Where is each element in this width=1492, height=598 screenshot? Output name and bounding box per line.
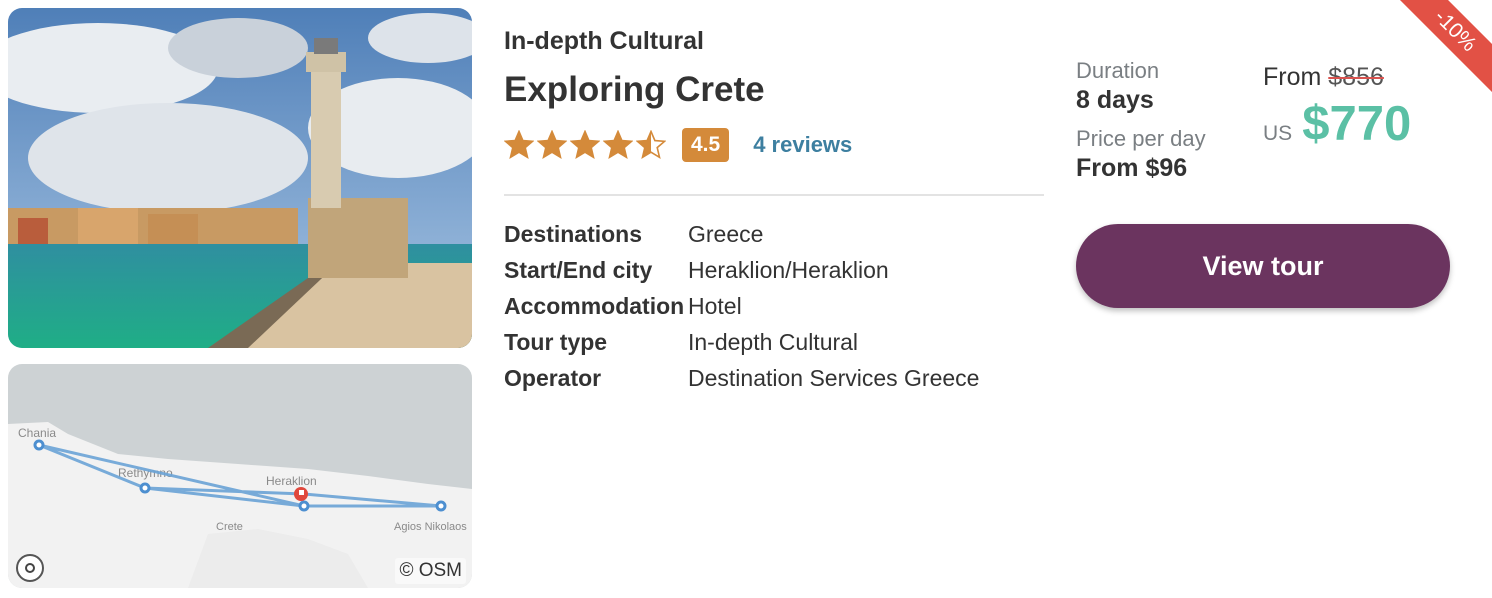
map-label-crete: Crete [216,521,243,533]
price-per-day-value: From $96 [1076,154,1188,182]
detail-label: Operator [504,365,602,391]
divider [504,194,1044,196]
reviews-link[interactable]: 4 reviews [753,132,852,158]
duration-value: 8 days [1076,86,1154,114]
old-price: $856 [1328,63,1384,91]
rating-stars [504,130,666,160]
star-icon [504,130,534,159]
detail-value: Destination Services Greece [688,365,980,391]
map-control-icon[interactable] [16,554,44,582]
price-line: US $770 [1263,96,1411,152]
star-icon [603,130,633,159]
detail-label: Destinations [504,221,643,247]
stop-marker [139,482,151,494]
detail-value: In-depth Cultural [688,329,859,355]
map-label-agios-nikolaos: Agios Nikolaos [394,521,467,533]
from-line: From $856 [1263,60,1411,94]
rating-row: 4.5 4 reviews [504,126,852,164]
duration-label: Duration [1076,58,1160,83]
currency-label: US [1263,122,1293,145]
lighthouse-photo [8,8,472,348]
view-tour-button[interactable]: View tour [1076,224,1450,308]
tour-subtitle: In-depth Cultural [504,27,704,55]
flag-marker-icon [294,487,308,501]
tour-title[interactable]: Exploring Crete [504,70,765,110]
price-block: From $856 US $770 [1263,60,1411,152]
current-price: $770 [1302,97,1412,151]
price-per-day-label: Price per day [1076,126,1206,151]
detail-value: Hotel [688,293,742,319]
detail-value: Heraklion/Heraklion [688,257,889,283]
tour-photo[interactable] [8,8,472,348]
map-attribution[interactable]: © OSM [395,558,466,584]
detail-label: Accommodation [504,293,685,319]
detail-label: Start/End city [504,257,653,283]
detail-value: Greece [688,221,764,247]
route-map[interactable]: Chania Rethymno Heraklion Crete Agios Ni… [8,364,472,588]
crete-map: Chania Rethymno Heraklion Crete Agios Ni… [8,422,472,588]
map-control-dot [25,563,35,573]
rating-score-badge: 4.5 [682,128,730,162]
star-half-icon [636,130,666,159]
star-icon [537,130,567,159]
tour-meta: Duration 8 days Price per day From $96 [1076,58,1206,184]
star-icon [570,130,600,159]
map-label-heraklion: Heraklion [266,474,317,488]
stop-marker [298,500,310,512]
stop-marker [33,439,45,451]
stop-marker [435,500,447,512]
from-label: From [1263,63,1322,91]
detail-label: Tour type [504,329,608,355]
map-label-chania: Chania [18,426,56,440]
